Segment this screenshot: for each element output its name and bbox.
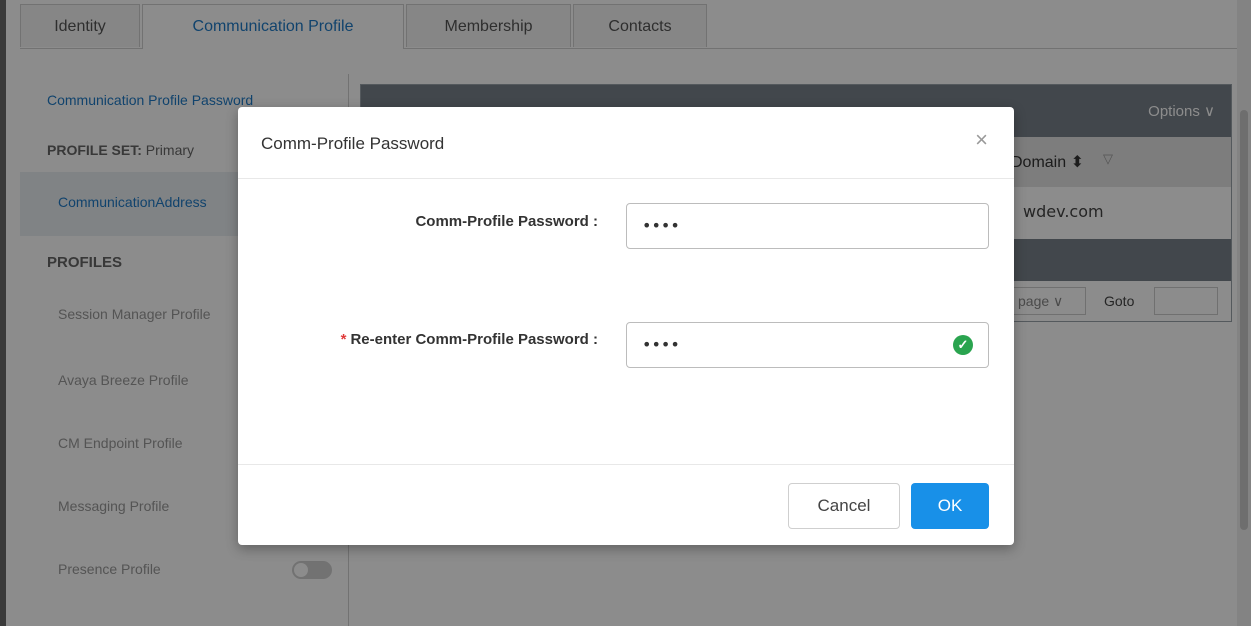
reenter-password-label: Re-enter Comm-Profile Password : xyxy=(350,331,598,348)
reenter-password-label-group: * Re-enter Comm-Profile Password : xyxy=(341,331,598,348)
check-circle-icon: ✓ xyxy=(953,335,973,355)
reenter-password-field[interactable]: •••• xyxy=(626,322,989,368)
comm-profile-password-dialog: Comm-Profile Password × Comm-Profile Pas… xyxy=(238,107,1014,545)
close-icon[interactable]: × xyxy=(975,127,988,153)
page: Identity Communication Profile Membershi… xyxy=(0,0,1251,626)
ok-button[interactable]: OK xyxy=(911,483,989,529)
password-label: Comm-Profile Password : xyxy=(415,213,598,230)
dialog-title: Comm-Profile Password xyxy=(261,134,445,153)
dialog-header: Comm-Profile Password × xyxy=(238,107,1014,179)
required-asterisk: * xyxy=(340,331,347,348)
cancel-button[interactable]: Cancel xyxy=(788,483,900,529)
dialog-footer: Cancel OK xyxy=(238,464,1014,546)
password-field[interactable]: •••• xyxy=(626,203,989,249)
